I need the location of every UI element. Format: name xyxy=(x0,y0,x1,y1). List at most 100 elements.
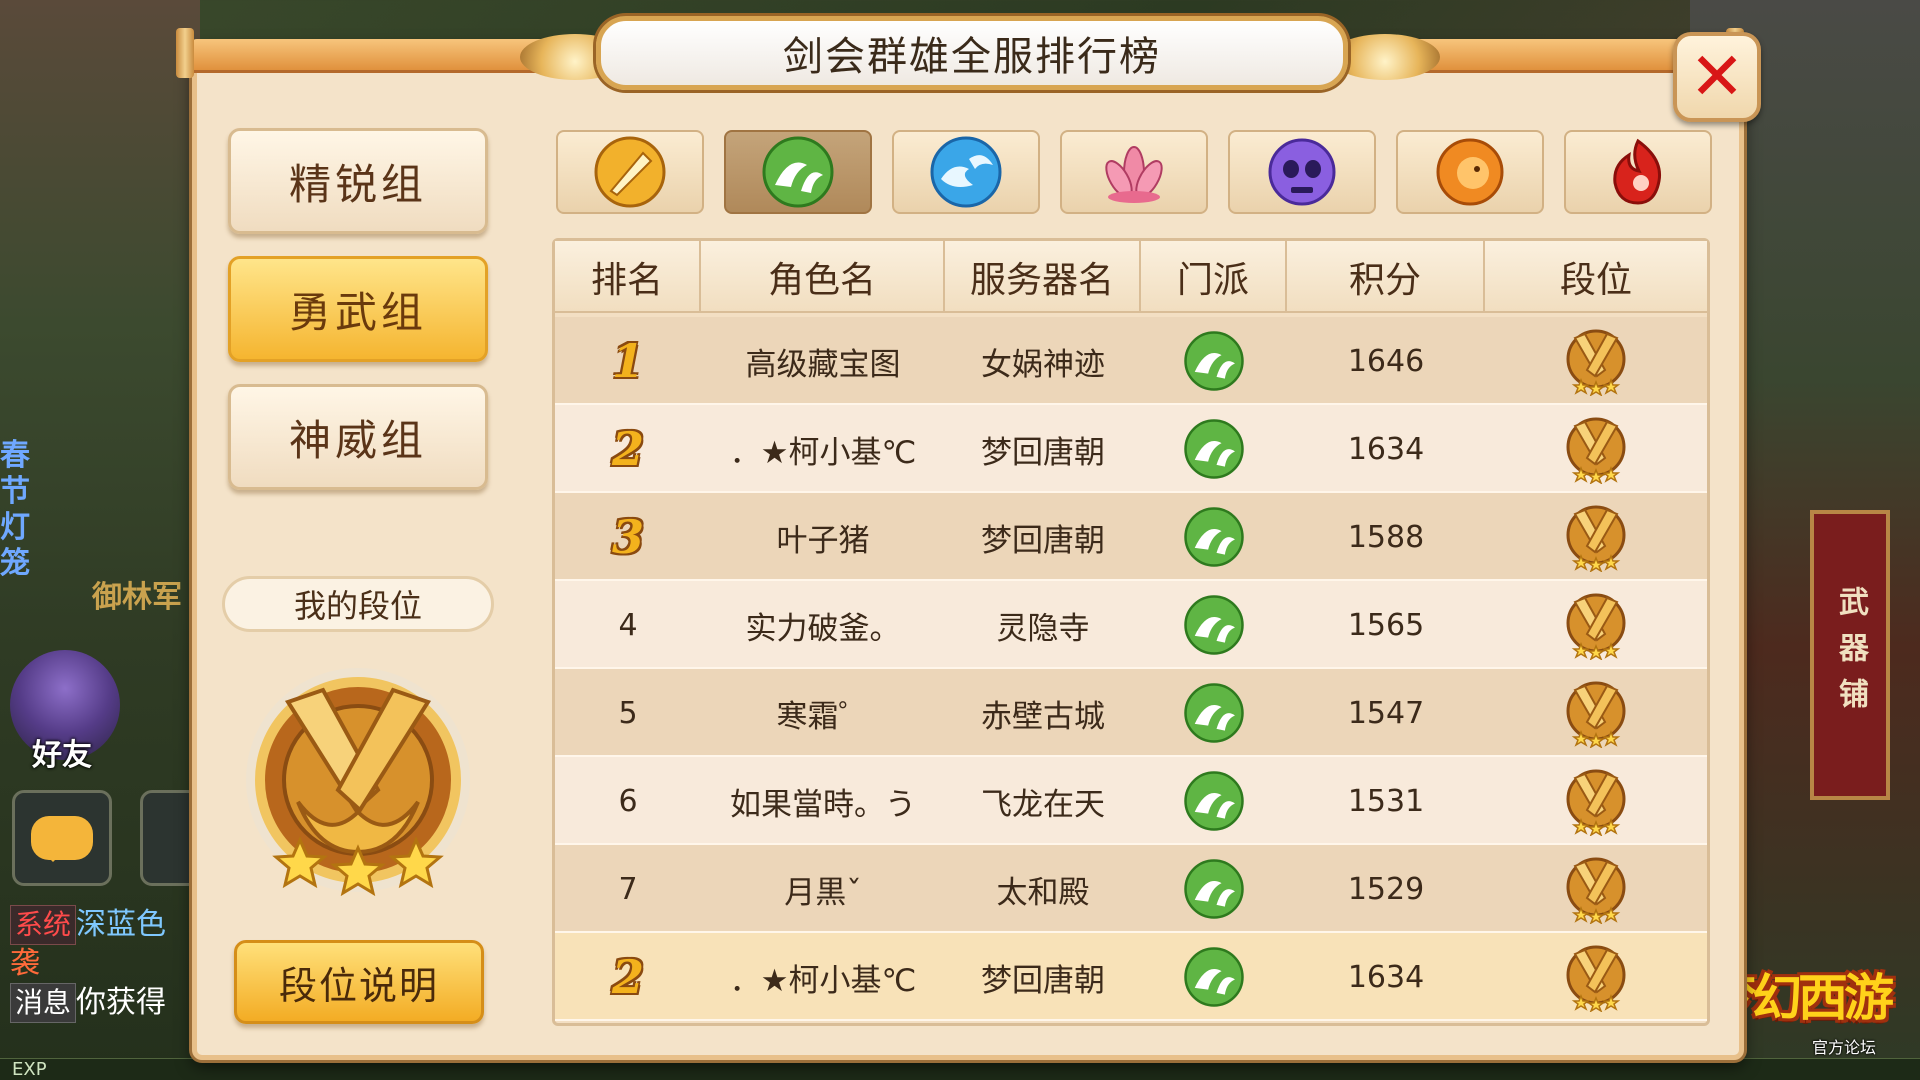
school-cell xyxy=(1141,317,1287,405)
table-row[interactable]: 3 叶子猪 梦回唐朝 1588 xyxy=(555,493,1707,581)
score-cell: 1646 xyxy=(1347,343,1425,379)
tier-badge-icon xyxy=(1566,505,1626,572)
rank-cell: 6 xyxy=(555,757,701,845)
school-tab-lion[interactable] xyxy=(1396,130,1544,214)
col-header-rank: 排名 xyxy=(555,241,701,313)
score-cell: 1588 xyxy=(1347,519,1425,555)
name-cell: 实力破釜。 xyxy=(745,610,901,647)
rank-cell: 5 xyxy=(555,669,701,757)
weapon-shop-sign: 武器铺 xyxy=(1810,510,1890,800)
leaf-school-icon xyxy=(1184,331,1244,391)
chat-line: 消息 你获得 xyxy=(10,983,200,1023)
school-tab-flame[interactable] xyxy=(1564,130,1712,214)
tier-cell xyxy=(1485,669,1707,757)
tier-cell xyxy=(1485,405,1707,493)
page-title: 剑会群雄全服排行榜 xyxy=(783,34,1161,80)
table-row[interactable]: 4 实力破釜。 灵隐寺 1565 xyxy=(555,581,1707,669)
school-cell xyxy=(1141,581,1287,669)
chat-text: 深蓝色 xyxy=(76,907,167,942)
tier-badge-icon xyxy=(1566,945,1626,1012)
col-header-name: 角色名 xyxy=(701,241,945,313)
server-cell: 灵隐寺 xyxy=(996,610,1090,647)
score-cell: 1547 xyxy=(1347,695,1425,731)
name-cell: ．★柯小基℃ xyxy=(729,434,917,471)
rank-number: 3 xyxy=(611,510,644,564)
table-header: 排名 角色名 服务器名 门派 积分 段位 xyxy=(555,241,1707,313)
chat-button[interactable] xyxy=(12,790,112,886)
rank-cell: 4 xyxy=(555,581,701,669)
table-row[interactable]: 1 高级藏宝图 女娲神迹 1646 xyxy=(555,317,1707,405)
chat-text: 袭 xyxy=(10,946,40,981)
school-cell xyxy=(1141,669,1287,757)
rank-rules-label: 段位说明 xyxy=(278,963,439,1008)
school-cell xyxy=(1141,493,1287,581)
lion-school-icon xyxy=(1436,138,1504,206)
name-cell: 高级藏宝图 xyxy=(745,346,901,383)
water-school-icon xyxy=(930,136,1002,208)
close-button[interactable]: ✕ xyxy=(1673,32,1761,122)
title-plate: 剑会群雄全服排行榜 xyxy=(596,16,1348,90)
school-tabs xyxy=(556,130,1712,216)
chat-tag-system: 系统 xyxy=(10,905,77,945)
group-tab-divine[interactable]: 神威组 xyxy=(228,384,488,490)
school-cell xyxy=(1141,845,1287,933)
name-cell: 月黒ˇ xyxy=(784,874,862,911)
group-sidebar: 精锐组 勇武组 神威组 我的段位 段位说明 xyxy=(208,102,508,1050)
leaf-school-icon xyxy=(1184,859,1244,919)
my-rank-label: 我的段位 xyxy=(222,576,494,632)
school-cell xyxy=(1141,933,1287,1021)
panel-rod-left xyxy=(176,28,194,78)
chat-bubble-icon xyxy=(31,816,93,862)
col-header-school: 门派 xyxy=(1141,241,1287,313)
server-cell: 太和殿 xyxy=(996,874,1090,911)
tier-cell xyxy=(1485,581,1707,669)
table-row[interactable]: 2 ．★柯小基℃ 梦回唐朝 1634 xyxy=(555,405,1707,493)
tier-badge-icon xyxy=(1566,769,1626,836)
col-header-server: 服务器名 xyxy=(945,241,1141,313)
exp-bar: EXP xyxy=(0,1058,1920,1080)
school-tab-skull[interactable] xyxy=(1228,130,1376,214)
score-cell: 1634 xyxy=(1347,959,1425,995)
col-header-tier: 段位 xyxy=(1559,260,1632,301)
lotus-school-icon xyxy=(1105,146,1163,203)
table-row[interactable]: 5 寒霜゜ 赤壁古城 1547 xyxy=(555,669,1707,757)
leaf-school-icon xyxy=(762,136,834,208)
school-cell xyxy=(1141,405,1287,493)
chat-line: 袭 xyxy=(10,945,200,983)
group-tab-label: 神威组 xyxy=(288,415,427,465)
tier-cell xyxy=(1485,493,1707,581)
my-ranking-row[interactable]: 2 ．★柯小基℃ 梦回唐朝 1634 xyxy=(555,933,1707,1021)
festival-lantern-label: 春节灯笼 xyxy=(0,438,30,581)
logo-subtext: 官方论坛 xyxy=(1811,1038,1876,1057)
score-cell: 1634 xyxy=(1347,431,1425,467)
friend-button-label[interactable]: 好友 xyxy=(32,730,92,774)
group-tab-elite[interactable]: 精锐组 xyxy=(228,128,488,234)
skull-school-icon xyxy=(1268,138,1336,206)
rank-number: 5 xyxy=(618,695,638,731)
table-row[interactable]: 6 如果當時。う 飞龙在天 1531 xyxy=(555,757,1707,845)
close-icon: ✕ xyxy=(1689,38,1745,115)
rank-stars xyxy=(272,836,444,897)
rank-rules-button[interactable]: 段位说明 xyxy=(234,940,484,1024)
school-tab-water[interactable] xyxy=(892,130,1040,214)
tier-cell xyxy=(1485,933,1707,1021)
group-tab-brave[interactable]: 勇武组 xyxy=(228,256,488,362)
school-tab-lotus[interactable] xyxy=(1060,130,1208,214)
chat-tag-message: 消息 xyxy=(10,983,77,1023)
rank-number: 2 xyxy=(611,950,644,1004)
leaf-school-icon xyxy=(1184,683,1244,743)
school-tab-leaf[interactable] xyxy=(724,130,872,214)
leaf-school-icon xyxy=(1184,771,1244,831)
rank-cell: 3 xyxy=(555,493,701,581)
rank-number: 2 xyxy=(611,422,644,476)
table-row[interactable]: 7 月黒ˇ 太和殿 1529 xyxy=(555,845,1707,933)
score-cell: 1529 xyxy=(1347,871,1425,907)
server-cell: 梦回唐朝 xyxy=(981,522,1105,559)
microphone-button[interactable] xyxy=(140,790,200,886)
rank-cell: 2 xyxy=(555,405,701,493)
school-tab-sword[interactable] xyxy=(556,130,704,214)
my-rank-badge-icon xyxy=(246,668,470,897)
rank-cell: 2 xyxy=(555,933,701,1021)
rank-number: 4 xyxy=(618,607,638,643)
ranking-table: 排名 角色名 服务器名 门派 积分 段位 1 高级藏宝图 女娲神迹 1646 2… xyxy=(552,238,1710,1026)
